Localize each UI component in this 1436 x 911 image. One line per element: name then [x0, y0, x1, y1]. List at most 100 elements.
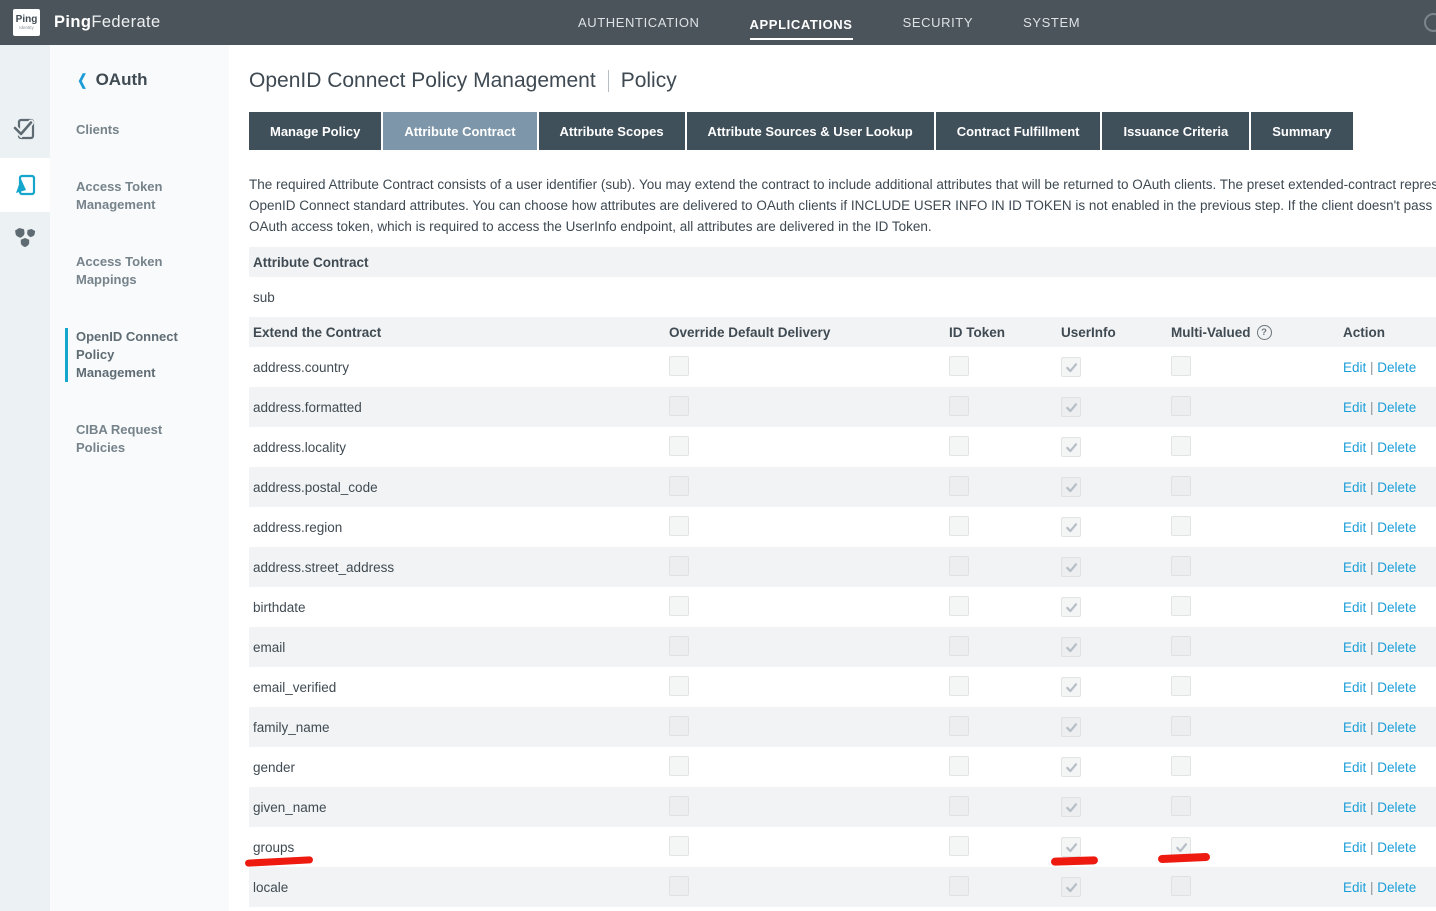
checkbox-id-token[interactable]	[949, 636, 969, 656]
delete-link[interactable]: Delete	[1377, 600, 1416, 615]
edit-link[interactable]: Edit	[1343, 760, 1366, 775]
checkbox-userinfo[interactable]	[1061, 717, 1081, 737]
checkbox-override[interactable]	[669, 596, 689, 616]
tab-issuance-criteria[interactable]: Issuance Criteria	[1102, 112, 1249, 150]
delete-link[interactable]: Delete	[1377, 440, 1416, 455]
edit-link[interactable]: Edit	[1343, 400, 1366, 415]
checkbox-multi-valued[interactable]	[1171, 876, 1191, 896]
edit-link[interactable]: Edit	[1343, 360, 1366, 375]
checkbox-override[interactable]	[669, 876, 689, 896]
topnav-item-system[interactable]: SYSTEM	[1023, 11, 1080, 34]
checkbox-userinfo[interactable]	[1061, 837, 1081, 857]
checkbox-multi-valued[interactable]	[1171, 796, 1191, 816]
checkbox-id-token[interactable]	[949, 556, 969, 576]
edit-link[interactable]: Edit	[1343, 680, 1366, 695]
checkbox-override[interactable]	[669, 556, 689, 576]
delete-link[interactable]: Delete	[1377, 760, 1416, 775]
edit-link[interactable]: Edit	[1343, 560, 1366, 575]
delete-link[interactable]: Delete	[1377, 560, 1416, 575]
tab-attribute-sources-user-lookup[interactable]: Attribute Sources & User Lookup	[687, 112, 934, 150]
tab-attribute-scopes[interactable]: Attribute Scopes	[539, 112, 685, 150]
tab-manage-policy[interactable]: Manage Policy	[249, 112, 381, 150]
delete-link[interactable]: Delete	[1377, 840, 1416, 855]
sidebar-item-ciba-request-policies[interactable]: CIBA Request Policies	[76, 421, 198, 457]
checkbox-id-token[interactable]	[949, 676, 969, 696]
checkbox-userinfo[interactable]	[1061, 797, 1081, 817]
checkbox-userinfo[interactable]	[1061, 357, 1081, 377]
checkbox-userinfo[interactable]	[1061, 437, 1081, 457]
checkbox-id-token[interactable]	[949, 876, 969, 896]
edit-link[interactable]: Edit	[1343, 720, 1366, 735]
delete-link[interactable]: Delete	[1377, 880, 1416, 895]
checkbox-override[interactable]	[669, 516, 689, 536]
federation-shields-icon[interactable]	[0, 224, 50, 252]
checkbox-override[interactable]	[669, 716, 689, 736]
tab-summary[interactable]: Summary	[1251, 112, 1352, 150]
sidebar-back-oauth[interactable]: ❮ OAuth	[76, 70, 229, 90]
checkbox-userinfo[interactable]	[1061, 557, 1081, 577]
edit-link[interactable]: Edit	[1343, 880, 1366, 895]
topnav-item-applications[interactable]: APPLICATIONS	[750, 13, 853, 40]
checkbox-multi-valued[interactable]	[1171, 356, 1191, 376]
oauth-token-icon[interactable]	[0, 171, 50, 199]
delete-link[interactable]: Delete	[1377, 800, 1416, 815]
edit-link[interactable]: Edit	[1343, 600, 1366, 615]
checkbox-multi-valued[interactable]	[1171, 436, 1191, 456]
sidebar-item-openid-connect-policy-management[interactable]: OpenID Connect Policy Management	[65, 328, 187, 382]
checkbox-override[interactable]	[669, 436, 689, 456]
checkbox-userinfo[interactable]	[1061, 757, 1081, 777]
checkbox-multi-valued[interactable]	[1171, 516, 1191, 536]
edit-link[interactable]: Edit	[1343, 640, 1366, 655]
checkbox-override[interactable]	[669, 356, 689, 376]
edit-link[interactable]: Edit	[1343, 520, 1366, 535]
delete-link[interactable]: Delete	[1377, 680, 1416, 695]
edit-link[interactable]: Edit	[1343, 480, 1366, 495]
checkbox-override[interactable]	[669, 396, 689, 416]
checkbox-multi-valued[interactable]	[1171, 716, 1191, 736]
delete-link[interactable]: Delete	[1377, 520, 1416, 535]
sidebar-item-access-token-management[interactable]: Access Token Management	[76, 178, 198, 214]
checkbox-userinfo[interactable]	[1061, 877, 1081, 897]
checkbox-id-token[interactable]	[949, 796, 969, 816]
checkbox-override[interactable]	[669, 796, 689, 816]
checkbox-multi-valued[interactable]	[1171, 556, 1191, 576]
checkbox-id-token[interactable]	[949, 476, 969, 496]
checkbox-userinfo[interactable]	[1061, 597, 1081, 617]
checkbox-multi-valued[interactable]	[1171, 396, 1191, 416]
checkbox-userinfo[interactable]	[1061, 677, 1081, 697]
tab-contract-fulfillment[interactable]: Contract Fulfillment	[936, 112, 1101, 150]
checkbox-multi-valued[interactable]	[1171, 676, 1191, 696]
checkbox-id-token[interactable]	[949, 356, 969, 376]
delete-link[interactable]: Delete	[1377, 480, 1416, 495]
edit-link[interactable]: Edit	[1343, 800, 1366, 815]
checkbox-id-token[interactable]	[949, 716, 969, 736]
tab-attribute-contract[interactable]: Attribute Contract	[383, 112, 536, 150]
edit-link[interactable]: Edit	[1343, 840, 1366, 855]
clients-check-icon[interactable]	[0, 115, 50, 143]
checkbox-override[interactable]	[669, 836, 689, 856]
checkbox-override[interactable]	[669, 636, 689, 656]
checkbox-userinfo[interactable]	[1061, 397, 1081, 417]
delete-link[interactable]: Delete	[1377, 400, 1416, 415]
checkbox-multi-valued[interactable]	[1171, 756, 1191, 776]
checkbox-multi-valued[interactable]	[1171, 636, 1191, 656]
delete-link[interactable]: Delete	[1377, 720, 1416, 735]
checkbox-id-token[interactable]	[949, 396, 969, 416]
checkbox-override[interactable]	[669, 476, 689, 496]
delete-link[interactable]: Delete	[1377, 640, 1416, 655]
checkbox-override[interactable]	[669, 756, 689, 776]
checkbox-id-token[interactable]	[949, 836, 969, 856]
sidebar-item-clients[interactable]: Clients	[76, 121, 198, 139]
help-icon[interactable]: ?	[1257, 325, 1272, 340]
delete-link[interactable]: Delete	[1377, 360, 1416, 375]
edit-link[interactable]: Edit	[1343, 440, 1366, 455]
checkbox-override[interactable]	[669, 676, 689, 696]
checkbox-userinfo[interactable]	[1061, 477, 1081, 497]
checkbox-id-token[interactable]	[949, 436, 969, 456]
checkbox-multi-valued[interactable]	[1171, 476, 1191, 496]
checkbox-id-token[interactable]	[949, 756, 969, 776]
checkbox-userinfo[interactable]	[1061, 517, 1081, 537]
checkbox-userinfo[interactable]	[1061, 637, 1081, 657]
checkbox-id-token[interactable]	[949, 516, 969, 536]
checkbox-id-token[interactable]	[949, 596, 969, 616]
